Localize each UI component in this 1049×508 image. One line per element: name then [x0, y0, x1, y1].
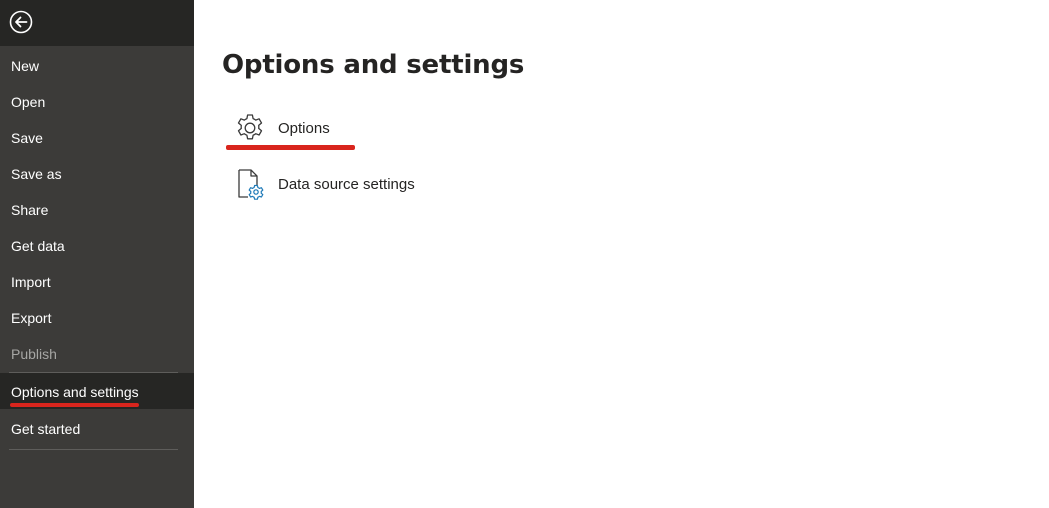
data-source-settings-label: Data source settings — [278, 175, 415, 193]
sidebar-item-label: Export — [11, 310, 52, 326]
sidebar-item-label: New — [11, 58, 40, 74]
sidebar-item-label: Get data — [11, 238, 65, 254]
sidebar-item-import[interactable]: Import — [0, 264, 194, 300]
options-label: Options — [278, 119, 330, 137]
back-area — [0, 0, 194, 46]
main-panel: Options and settings Options Data source… — [194, 0, 1049, 508]
sidebar: New Open Save Save as Share Get data Imp… — [0, 0, 194, 508]
sidebar-item-get-data[interactable]: Get data — [0, 228, 194, 264]
options-button[interactable]: Options — [234, 110, 330, 146]
sidebar-item-label: Publish — [11, 346, 57, 362]
sidebar-item-export[interactable]: Export — [0, 300, 194, 336]
sidebar-item-publish: Publish — [0, 336, 194, 372]
sidebar-item-label: Save as — [11, 166, 62, 182]
sidebar-item-save[interactable]: Save — [0, 120, 194, 156]
sidebar-item-options-and-settings[interactable]: Options and settings — [0, 373, 194, 409]
sidebar-item-label: Save — [11, 130, 43, 146]
sidebar-item-open[interactable]: Open — [0, 84, 194, 120]
sidebar-item-save-as[interactable]: Save as — [0, 156, 194, 192]
back-button[interactable] — [9, 10, 33, 34]
sidebar-item-label: Import — [11, 274, 51, 290]
sidebar-item-get-started[interactable]: Get started — [0, 411, 194, 447]
gear-icon — [237, 114, 263, 140]
sidebar-item-label: Get started — [11, 421, 81, 437]
data-source-settings-button[interactable]: Data source settings — [234, 166, 415, 202]
sidebar-item-label: Share — [11, 202, 49, 218]
sidebar-divider — [9, 449, 178, 450]
page-title: Options and settings — [222, 50, 525, 80]
annotation-underline — [10, 403, 139, 407]
sidebar-item-new[interactable]: New — [0, 48, 194, 84]
sidebar-item-label: Options and settings — [11, 384, 139, 400]
annotation-underline — [226, 145, 355, 150]
sidebar-item-label: Open — [11, 94, 46, 110]
data-source-settings-icon — [238, 169, 264, 200]
sidebar-item-share[interactable]: Share — [0, 192, 194, 228]
sidebar-nav: New Open Save Save as Share Get data Imp… — [0, 48, 194, 450]
back-arrow-circle-icon — [9, 10, 33, 34]
